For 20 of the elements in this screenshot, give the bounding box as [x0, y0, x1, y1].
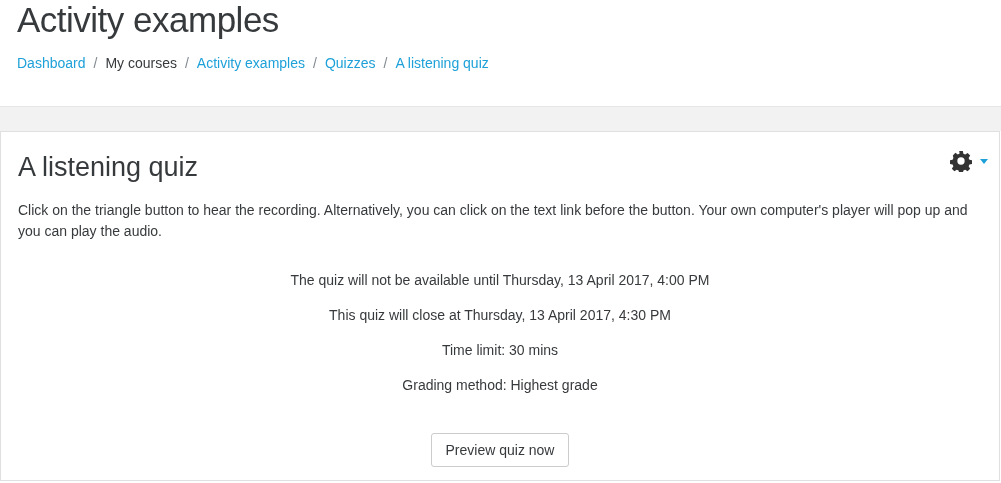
preview-quiz-button[interactable]: Preview quiz now [430, 433, 570, 467]
breadcrumb-link[interactable]: Quizzes [324, 55, 376, 71]
breadcrumb-link[interactable]: Dashboard [17, 55, 86, 71]
page-title: Activity examples [17, 0, 280, 40]
breadcrumb-separator: / [93, 55, 98, 71]
quiz-info-line: This quiz will close at Thursday, 13 April 2017, 4:30 PM [328, 306, 672, 325]
settings-menu-button[interactable] [950, 150, 988, 172]
quiz-info-line: Time limit: 30 mins [440, 341, 560, 360]
breadcrumb-item: My courses [105, 55, 177, 71]
caret-icon [980, 158, 988, 164]
activity-title: A listening quiz [18, 151, 199, 184]
quiz-info-line: The quiz will not be available until Thursday, 13 April 2017, 4:00 PM [289, 271, 711, 290]
breadcrumb-separator: / [313, 55, 317, 71]
breadcrumb-separator: / [184, 55, 189, 71]
quiz-info-line: Grading method: Highest grade [401, 376, 599, 395]
breadcrumb-separator: / [383, 55, 388, 71]
intro-text: Click on the triangle button to hear the recording. Alternatively, you can click on the text link before the button. Your own computer's player will pop up and you can play the audio. [18, 201, 969, 241]
breadcrumb-link[interactable]: Activity examples [196, 55, 305, 71]
breadcrumb-link[interactable]: A listening quiz [395, 55, 489, 71]
settings-icon [950, 150, 972, 172]
